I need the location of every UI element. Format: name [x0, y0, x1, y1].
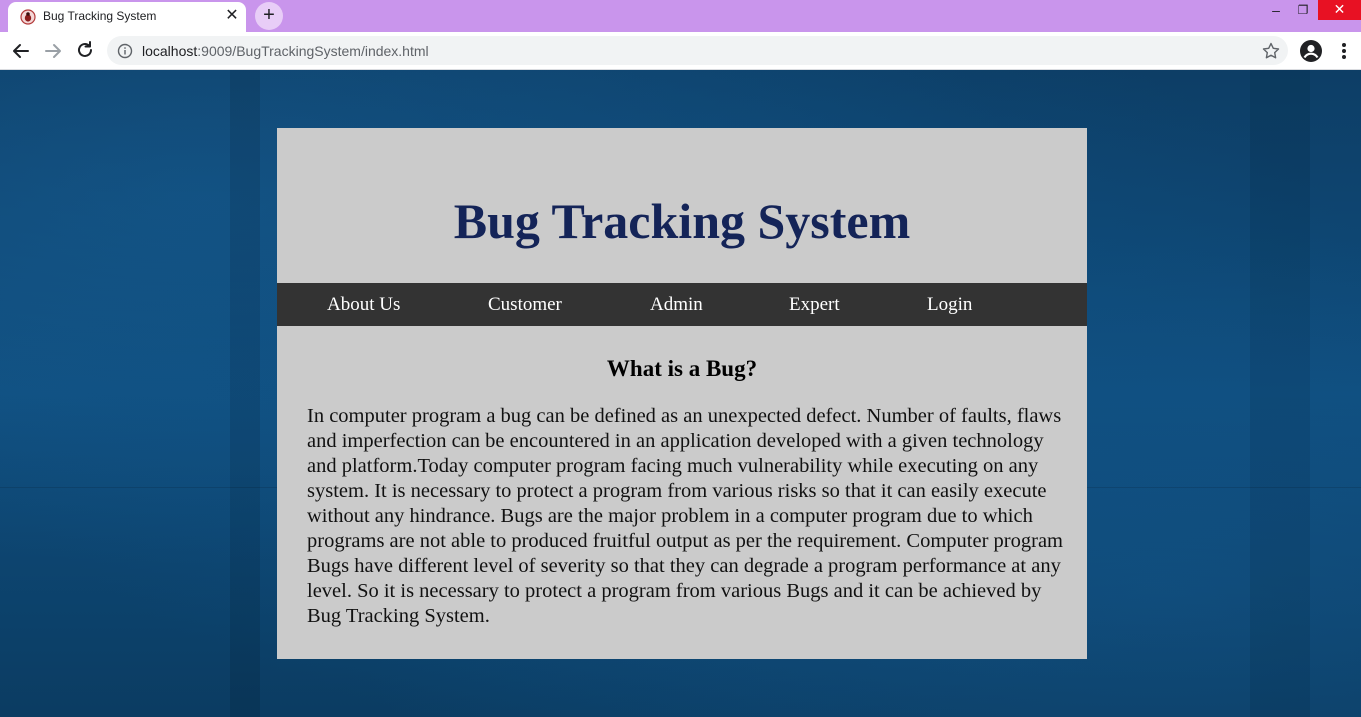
background-texture	[230, 70, 260, 717]
profile-icon[interactable]	[1299, 39, 1323, 63]
section-heading: What is a Bug?	[606, 356, 758, 381]
page-title: Bug Tracking System	[453, 193, 911, 249]
window-close-button[interactable]: ✕	[1318, 0, 1361, 20]
nav-expert[interactable]: Expert	[789, 283, 840, 326]
tab-close-button[interactable]: ✕	[223, 7, 241, 25]
browser-toolbar: localhost:9009/BugTrackingSystem/index.h…	[0, 32, 1361, 70]
url-path: :9009/BugTrackingSystem/index.html	[197, 43, 429, 59]
forward-arrow-icon[interactable]	[40, 38, 66, 64]
browser-tab[interactable]: Bug Tracking System ✕	[8, 2, 246, 32]
star-icon[interactable]	[1261, 41, 1281, 61]
background-texture	[1250, 70, 1310, 717]
content-card: Bug Tracking System About Us Customer Ad…	[277, 128, 1087, 659]
page-viewport: Bug Tracking System About Us Customer Ad…	[0, 70, 1361, 717]
main-nav: About Us Customer Admin Expert Login	[277, 283, 1087, 326]
minimize-button[interactable]: –	[1264, 0, 1288, 22]
new-tab-button[interactable]: +	[255, 2, 283, 30]
body-paragraph: In computer program a bug can be defined…	[307, 405, 1063, 627]
tab-strip: Bug Tracking System ✕ + – ❐ ✕	[0, 0, 1361, 32]
kebab-menu-icon[interactable]	[1334, 40, 1354, 62]
nav-about-us[interactable]: About Us	[327, 283, 400, 326]
info-icon[interactable]	[117, 43, 133, 59]
address-bar[interactable]: localhost:9009/BugTrackingSystem/index.h…	[107, 36, 1288, 65]
url-text[interactable]: localhost:9009/BugTrackingSystem/index.h…	[142, 43, 429, 59]
restore-button[interactable]: ❐	[1290, 0, 1316, 22]
nav-admin[interactable]: Admin	[650, 283, 703, 326]
nav-customer[interactable]: Customer	[488, 283, 562, 326]
reload-icon[interactable]	[72, 38, 98, 64]
url-host: localhost	[142, 43, 198, 59]
nav-login[interactable]: Login	[927, 283, 972, 326]
back-arrow-icon[interactable]	[8, 38, 34, 64]
tab-title: Bug Tracking System	[43, 9, 157, 23]
favicon-icon	[20, 9, 36, 25]
